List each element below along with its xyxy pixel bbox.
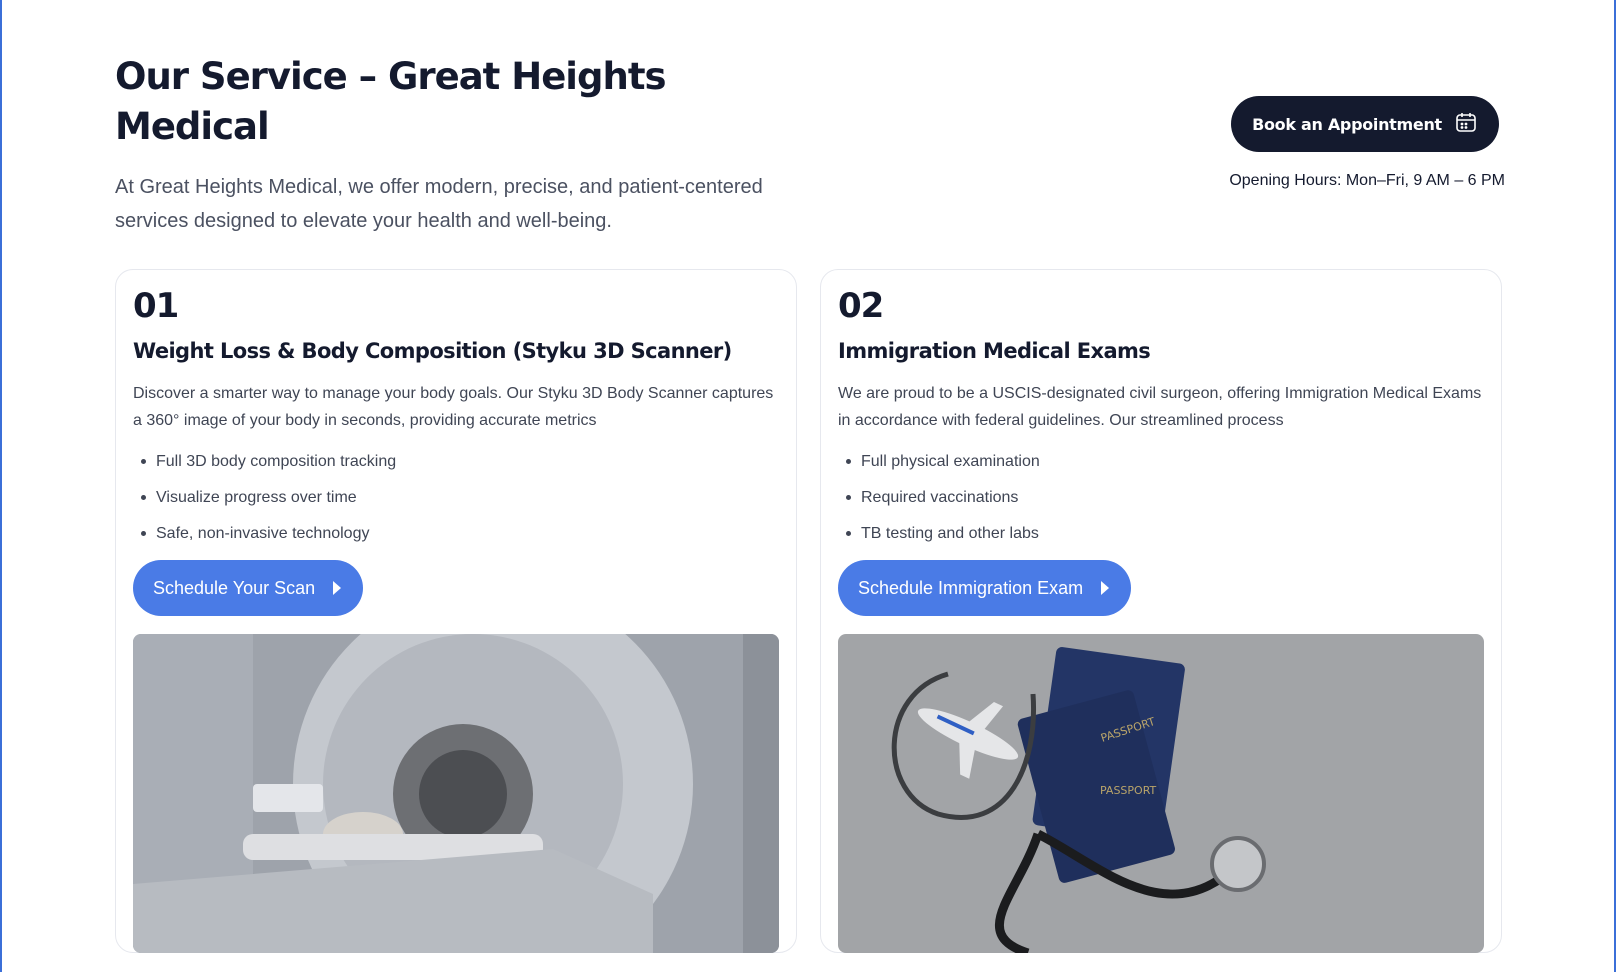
bullet-dot-icon [846, 531, 851, 536]
bullet-dot-icon [846, 495, 851, 500]
services-section: Our Service – Great Heights Medical At G… [115, 0, 1505, 972]
bullet-text: Full physical examination [861, 453, 1040, 470]
bullet-item: Visualize progress over time [133, 480, 779, 516]
bullet-text: Visualize progress over time [156, 489, 357, 506]
bullet-text: Required vaccinations [861, 489, 1019, 506]
passport-stethoscope-photo: PASSPORT PASSPORT [838, 634, 1484, 953]
bullet-item: TB testing and other labs [838, 516, 1484, 552]
bullet-item: Required vaccinations [838, 480, 1484, 516]
service-number: 01 [133, 286, 179, 326]
schedule-scan-label: Schedule Your Scan [153, 577, 316, 598]
intro-text: At Great Heights Medical, we offer moder… [115, 176, 763, 232]
bullet-text: Safe, non-invasive technology [156, 525, 370, 542]
caret-right-icon [333, 581, 342, 595]
schedule-immigration-exam-button[interactable]: Schedule Immigration Exam [838, 560, 1132, 616]
service-bullets: Full 3D body composition tracking Visual… [133, 444, 779, 552]
book-appointment-button[interactable]: Book an Appointment [1231, 96, 1499, 152]
caret-right-icon [1101, 581, 1110, 595]
calendar-icon [1454, 110, 1478, 138]
book-appointment-label: Book an Appointment [1252, 114, 1442, 134]
service-title: Weight Loss & Body Composition (Styku 3D… [133, 339, 732, 363]
passport-text: PASSPORT [1100, 784, 1157, 797]
service-title: Immigration Medical Exams [838, 339, 1151, 363]
service-bullets: Full physical examination Required vacci… [838, 444, 1484, 552]
bullet-text: TB testing and other labs [861, 525, 1039, 542]
bullet-item: Full physical examination [838, 444, 1484, 480]
bullet-dot-icon [141, 495, 146, 500]
service-card-weight-loss: 01 Weight Loss & Body Composition (Styku… [115, 269, 797, 953]
service-number: 02 [838, 286, 884, 326]
service-description: We are proud to be a USCIS-designated ci… [838, 385, 1482, 429]
page-title: Our Service – Great Heights Medical [115, 55, 667, 148]
bullet-item: Full 3D body composition tracking [133, 444, 779, 480]
bullet-dot-icon [141, 531, 146, 536]
bullet-dot-icon [846, 459, 851, 464]
bullet-text: Full 3D body composition tracking [156, 453, 397, 470]
schedule-scan-button[interactable]: Schedule Your Scan [133, 560, 364, 616]
bullet-dot-icon [141, 459, 146, 464]
scanner-photo [133, 634, 779, 953]
bullet-item: Safe, non-invasive technology [133, 516, 779, 552]
opening-hours: Opening Hours: Mon–Fri, 9 AM – 6 PM [1229, 172, 1505, 189]
service-description: Discover a smarter way to manage your bo… [133, 385, 774, 429]
service-card-immigration: 02 Immigration Medical Exams We are prou… [820, 269, 1502, 953]
schedule-immigration-exam-label: Schedule Immigration Exam [858, 577, 1084, 598]
